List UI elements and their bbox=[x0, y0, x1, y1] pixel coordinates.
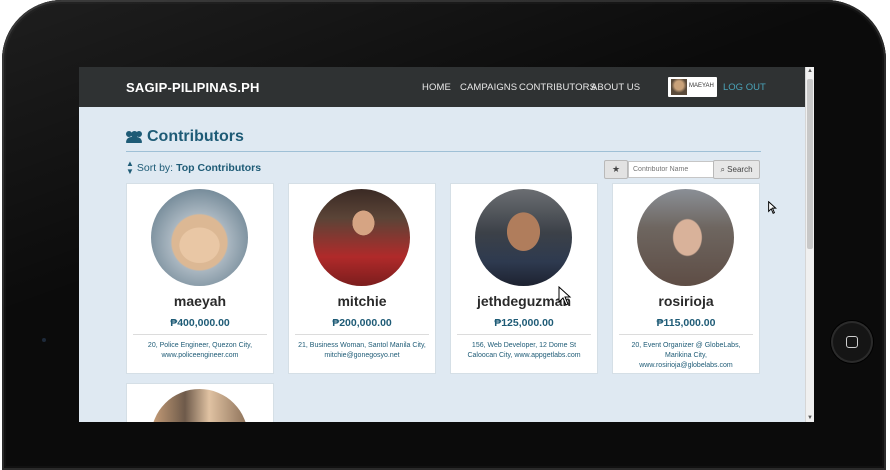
contributor-details: 20, Police Engineer, Quezon City, www.po… bbox=[147, 342, 253, 359]
contributor-avatar bbox=[637, 189, 734, 286]
contributor-card[interactable] bbox=[126, 383, 274, 422]
contributor-amount: ₱400,000.00 bbox=[170, 317, 230, 329]
contributor-card[interactable]: maeyah ₱400,000.00 20, Police Engineer, … bbox=[126, 183, 274, 374]
card-divider bbox=[295, 334, 429, 335]
contributor-amount: ₱115,000.00 bbox=[656, 317, 716, 329]
sort-control[interactable]: ▲ ▼ Sort by: Top Contributors bbox=[126, 160, 261, 176]
sort-icon: ▲ ▼ bbox=[126, 159, 134, 176]
search-button-label: Search bbox=[727, 165, 753, 174]
card-divider bbox=[133, 334, 267, 335]
page-title: Contributors bbox=[126, 128, 244, 146]
contributor-name[interactable]: rosirioja bbox=[613, 293, 759, 309]
user-name: MAEYAH bbox=[689, 83, 714, 89]
contributor-avatar bbox=[475, 189, 572, 286]
contributor-avatar bbox=[151, 389, 248, 422]
vertical-scrollbar[interactable]: ▲ ▼ bbox=[805, 67, 814, 422]
nav-about-us[interactable]: ABOUT US bbox=[591, 82, 640, 93]
logout-link[interactable]: LOG OUT bbox=[723, 82, 766, 93]
user-chip[interactable]: MAEYAH bbox=[668, 77, 717, 97]
contributor-name[interactable]: maeyah bbox=[127, 293, 273, 309]
nav-campaigns[interactable]: CAMPAIGNS bbox=[460, 82, 517, 93]
nav-home[interactable]: HOME bbox=[422, 82, 451, 93]
title-divider bbox=[126, 151, 761, 152]
contributor-card[interactable]: mitchie ₱200,000.00 21, Business Woman, … bbox=[288, 183, 436, 374]
contributor-name[interactable]: mitchie bbox=[289, 293, 435, 309]
user-avatar bbox=[671, 79, 687, 95]
contributor-avatar bbox=[151, 189, 248, 286]
sort-label: Sort by: bbox=[136, 162, 174, 174]
contributor-details: 21, Business Woman, Santol Manila City, … bbox=[298, 342, 426, 359]
contributor-name[interactable]: jethdeguzman bbox=[451, 293, 597, 309]
cursor-icon bbox=[768, 201, 777, 214]
home-button-icon bbox=[846, 336, 858, 348]
contributor-details: 156, Web Developer, 12 Dome St Caloocan … bbox=[467, 342, 581, 359]
scroll-down-arrow[interactable]: ▼ bbox=[807, 415, 813, 421]
contributor-card[interactable]: jethdeguzman ₱125,000.00 156, Web Develo… bbox=[450, 183, 598, 374]
sort-value[interactable]: Top Contributors bbox=[176, 162, 261, 174]
contributor-details: 20, Event Organizer @ GlobeLabs, Marikin… bbox=[631, 342, 741, 369]
home-button[interactable] bbox=[831, 321, 873, 363]
card-divider bbox=[619, 334, 753, 335]
browser-screen: SAGIP-PILIPINAS.PH HOME CAMPAIGNS CONTRI… bbox=[79, 67, 814, 422]
contributor-card[interactable]: rosirioja ₱115,000.00 20, Event Organize… bbox=[612, 183, 760, 374]
star-icon: ★ bbox=[611, 164, 621, 174]
page-title-text: Contributors bbox=[147, 128, 244, 145]
scroll-up-arrow[interactable]: ▲ bbox=[807, 68, 813, 74]
nav-contributors[interactable]: CONTRIBUTORS bbox=[519, 82, 596, 93]
contributor-amount: ₱125,000.00 bbox=[494, 317, 554, 329]
favorites-button[interactable]: ★ bbox=[604, 160, 628, 179]
brand-logo[interactable]: SAGIP-PILIPINAS.PH bbox=[126, 80, 260, 95]
cursor-icon bbox=[558, 286, 572, 306]
camera-dot bbox=[42, 338, 46, 342]
contributor-search-input[interactable] bbox=[628, 161, 714, 178]
contributor-amount: ₱200,000.00 bbox=[332, 317, 392, 329]
card-divider bbox=[457, 334, 591, 335]
contributor-avatar bbox=[313, 189, 410, 286]
search-icon: ⌕ bbox=[720, 165, 725, 174]
users-icon bbox=[126, 131, 142, 143]
search-button[interactable]: ⌕ Search bbox=[713, 160, 760, 179]
scroll-thumb[interactable] bbox=[807, 79, 813, 249]
navbar: SAGIP-PILIPINAS.PH HOME CAMPAIGNS CONTRI… bbox=[79, 67, 806, 107]
